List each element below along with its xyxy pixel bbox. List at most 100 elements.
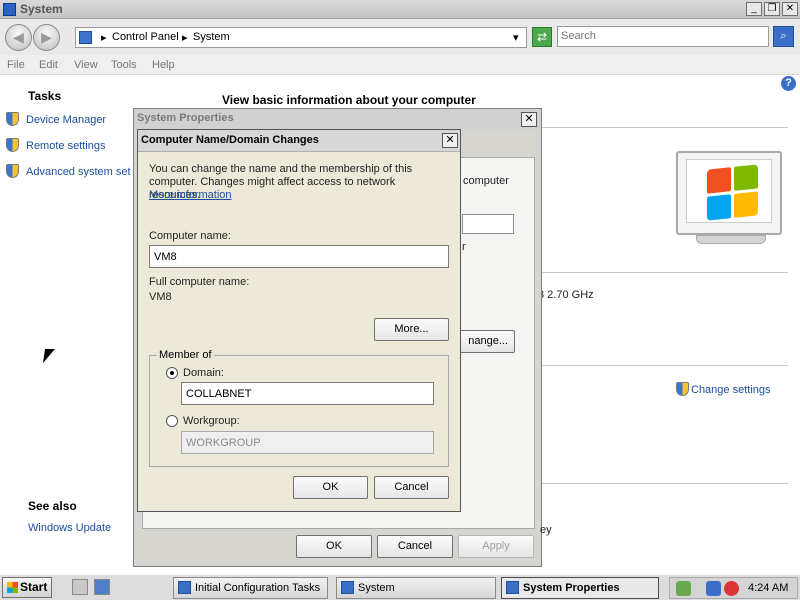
shield-icon <box>6 138 19 152</box>
taskbar: Start Initial Configuration Tasks System… <box>0 574 800 600</box>
divider <box>540 365 788 366</box>
show-desktop-icon[interactable] <box>94 579 110 595</box>
taskbar-item-label[interactable]: Initial Configuration Tasks <box>195 582 320 594</box>
shield-icon <box>6 164 19 178</box>
address-bar[interactable]: ▸ Control Panel ▸ System ▾ <box>75 27 527 48</box>
change-settings-link[interactable]: Change settings <box>676 382 771 396</box>
page-title: View basic information about your comput… <box>222 93 476 107</box>
windows-update-link[interactable]: Windows Update <box>28 522 111 534</box>
system-app-icon <box>3 3 16 16</box>
menu-view[interactable]: View <box>74 59 98 71</box>
windows-start-icon <box>7 582 18 593</box>
workgroup-input <box>182 432 433 453</box>
cancel-button[interactable]: Cancel <box>374 476 449 499</box>
task-remote-settings[interactable]: Remote settings <box>6 138 105 152</box>
more-button[interactable]: More... <box>374 318 449 341</box>
task-label[interactable]: Device Manager <box>26 114 106 126</box>
ok-button[interactable]: OK <box>293 476 368 499</box>
partial-text: ey <box>540 524 552 536</box>
workgroup-radio[interactable] <box>166 415 178 427</box>
domain-label[interactable]: Domain: <box>183 367 224 379</box>
change-settings-label[interactable]: Change settings <box>691 384 771 396</box>
window-title-bar: System _ ❐ ✕ <box>0 0 800 19</box>
task-advanced-system-settings[interactable]: Advanced system set <box>6 164 131 178</box>
menu-file[interactable]: File <box>7 59 25 71</box>
processor-speed: 3 2.70 GHz <box>538 289 594 301</box>
menu-bar: File Edit View Tools Help <box>0 55 800 75</box>
help-icon[interactable]: ? <box>781 76 796 91</box>
start-label[interactable]: Start <box>20 580 47 594</box>
system-properties-title: System Properties <box>137 112 234 124</box>
close-window-button[interactable]: ✕ <box>782 2 798 16</box>
minimize-button[interactable]: _ <box>746 2 762 16</box>
breadcrumb-arrow-icon[interactable]: ▸ <box>101 31 107 44</box>
mouse-cursor-icon <box>43 349 55 363</box>
window-icon <box>178 581 191 594</box>
domain-radio[interactable] <box>166 367 178 379</box>
domain-field[interactable] <box>181 382 434 405</box>
close-icon[interactable]: ✕ <box>521 112 537 127</box>
see-also-heading: See also <box>28 499 77 513</box>
start-button[interactable]: Start <box>2 577 52 598</box>
menu-edit[interactable]: Edit <box>39 59 58 71</box>
workgroup-field <box>181 431 434 454</box>
task-device-manager[interactable]: Device Manager <box>6 112 106 126</box>
divider <box>540 483 788 484</box>
system-properties-title-bar: System Properties ✕ <box>134 109 541 129</box>
sysprop-apply-button[interactable]: Apply <box>458 535 534 558</box>
more-information-link[interactable]: More information <box>149 189 232 201</box>
divider <box>540 272 788 273</box>
taskbar-item-label[interactable]: System <box>358 582 395 594</box>
control-panel-icon <box>79 31 92 44</box>
partial-text: r <box>462 241 466 253</box>
system-tray: 4:24 AM <box>669 577 798 599</box>
domain-input[interactable] <box>182 383 433 404</box>
divider <box>540 127 788 128</box>
change-button[interactable]: nange... <box>455 330 515 353</box>
clock[interactable]: 4:24 AM <box>748 582 788 594</box>
address-dropdown-icon[interactable]: ▾ <box>513 31 519 44</box>
breadcrumb-system[interactable]: System <box>193 31 230 43</box>
menu-help[interactable]: Help <box>152 59 175 71</box>
maximize-button[interactable]: ❐ <box>764 2 780 16</box>
search-input[interactable] <box>558 27 758 45</box>
close-icon[interactable]: ✕ <box>442 133 458 148</box>
search-icon[interactable]: ⌕ <box>773 26 794 47</box>
search-box[interactable] <box>557 26 769 47</box>
windows-logo-monitor <box>676 151 782 235</box>
taskbar-item-system[interactable]: System <box>336 577 496 599</box>
shield-icon <box>6 112 19 126</box>
computer-description-field[interactable] <box>462 214 514 234</box>
sysprop-cancel-button[interactable]: Cancel <box>377 535 453 558</box>
breadcrumb-arrow-icon[interactable]: ▸ <box>182 31 188 44</box>
server-manager-icon[interactable] <box>72 579 88 595</box>
partial-text: computer <box>463 175 509 187</box>
breadcrumb-control-panel[interactable]: Control Panel <box>112 31 179 43</box>
task-label[interactable]: Advanced system set <box>26 166 131 178</box>
workgroup-label[interactable]: Workgroup: <box>183 415 240 427</box>
computer-name-field[interactable] <box>149 245 449 268</box>
network-icon[interactable] <box>706 581 721 596</box>
back-button[interactable]: ◀ <box>5 24 32 51</box>
monitor-stand <box>696 235 766 244</box>
taskbar-item-label[interactable]: System Properties <box>523 582 620 594</box>
computer-name-label: Computer name: <box>149 230 231 242</box>
computer-name-input[interactable] <box>150 246 448 267</box>
volume-muted-icon[interactable] <box>724 581 739 596</box>
full-computer-name-value: VM8 <box>149 291 172 303</box>
sysprop-ok-button[interactable]: OK <box>296 535 372 558</box>
tasks-heading: Tasks <box>28 89 62 103</box>
security-icon[interactable] <box>676 581 691 596</box>
shield-icon <box>676 382 689 396</box>
member-of-label: Member of <box>157 349 214 361</box>
window-icon <box>506 581 519 594</box>
taskbar-item-initial-configuration[interactable]: Initial Configuration Tasks <box>173 577 328 599</box>
menu-tools[interactable]: Tools <box>111 59 137 71</box>
task-label[interactable]: Remote settings <box>26 140 105 152</box>
computer-name-title-bar: Computer Name/Domain Changes ✕ <box>138 130 460 152</box>
computer-name-dialog-title: Computer Name/Domain Changes <box>141 134 319 146</box>
forward-button[interactable]: ▶ <box>33 24 60 51</box>
computer-name-dialog: Computer Name/Domain Changes ✕ You can c… <box>137 129 461 512</box>
taskbar-item-system-properties[interactable]: System Properties <box>501 577 659 599</box>
refresh-icon[interactable]: ⇄ <box>532 27 552 47</box>
